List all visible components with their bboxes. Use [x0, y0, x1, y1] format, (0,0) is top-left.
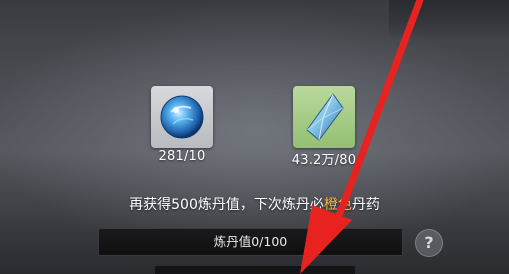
hint-highlight: 橙色 [323, 197, 352, 213]
blue-orb-item-card[interactable] [151, 86, 213, 148]
hint-text: 再获得500炼丹值，下次炼丹必橙色丹药 [0, 194, 509, 214]
alchemy-progress-bar: 炼丹值0/100 [98, 228, 403, 256]
bottom-strip [155, 266, 355, 274]
top-right-panel [389, 0, 509, 40]
crystal-count: 43.2万/80 [291, 153, 357, 168]
blue-orb-icon [160, 95, 204, 139]
hint-prefix: 再获得500炼丹值，下次炼丹必 [129, 197, 324, 213]
help-button[interactable]: ? [415, 229, 443, 257]
hint-suffix: 丹药 [351, 197, 380, 213]
crystal-icon [306, 93, 344, 141]
blue-orb-count: 281/10 [158, 149, 206, 164]
crystal-item-card[interactable] [293, 86, 355, 148]
progress-label: 炼丹值0/100 [213, 234, 288, 249]
